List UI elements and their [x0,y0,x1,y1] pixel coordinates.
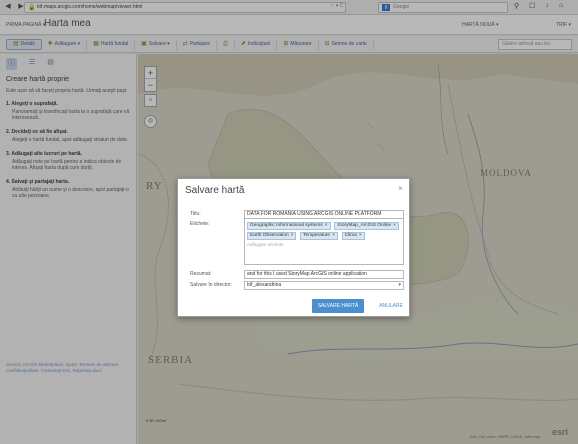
close-icon[interactable]: × [398,184,403,193]
tags-input[interactable]: Adăugare etichete [247,242,401,247]
tag-chip: Geographic Informational systems × [247,222,331,230]
tag-chip: Earth Observation × [247,232,297,240]
tag-chip: Temperature × [300,232,338,240]
chevron-down-icon: ▾ [398,282,401,288]
remove-tag-icon[interactable]: × [393,223,396,228]
cancel-button[interactable]: ANULARE [374,299,408,313]
tag-chip: StoryMap_ArcGIS Online × [334,222,399,230]
save-map-button[interactable]: SALVARE HARTĂ [312,299,364,313]
summary-field[interactable]: and for this I used StoryMap ArcGIS onli… [244,270,404,279]
dialog-title: Salvare hartă [185,185,245,196]
title-label: Titlu: [190,211,201,217]
remove-tag-icon[interactable]: × [332,233,335,238]
remove-tag-icon[interactable]: × [325,223,328,228]
tag-chip: Clima × [341,232,365,240]
tags-label: Etichete: [190,221,210,227]
folder-value: trif_alexandrina [247,282,282,288]
folder-label: Salvare în director: [190,282,232,288]
folder-select[interactable]: trif_alexandrina ▾ [244,281,404,290]
remove-tag-icon[interactable]: × [359,233,362,238]
remove-tag-icon[interactable]: × [291,233,294,238]
save-map-dialog: Salvare hartă × Titlu: DATA FOR ROMANIA … [177,178,410,317]
summary-label: Rezumat: [190,271,212,277]
tags-field[interactable]: Geographic Informational systems × StoryM… [244,218,404,265]
